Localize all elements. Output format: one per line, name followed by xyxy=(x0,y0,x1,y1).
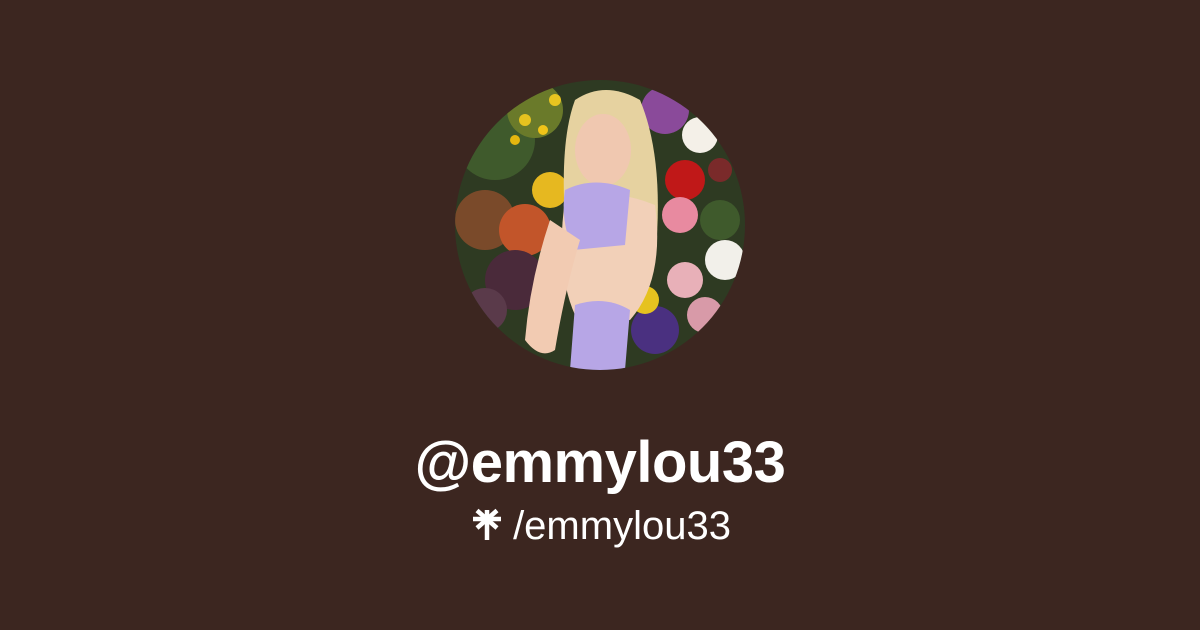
profile-photo xyxy=(455,80,745,370)
profile-handle: @emmylou33 xyxy=(414,430,786,495)
profile-avatar[interactable] xyxy=(455,80,745,370)
profile-url-path: /emmylou33 xyxy=(513,504,731,548)
profile-link[interactable]: /emmylou33 xyxy=(0,503,1200,549)
profile-card: @emmylou33 /emmylou33 xyxy=(0,0,1200,630)
linktree-asterisk-icon xyxy=(469,507,505,543)
